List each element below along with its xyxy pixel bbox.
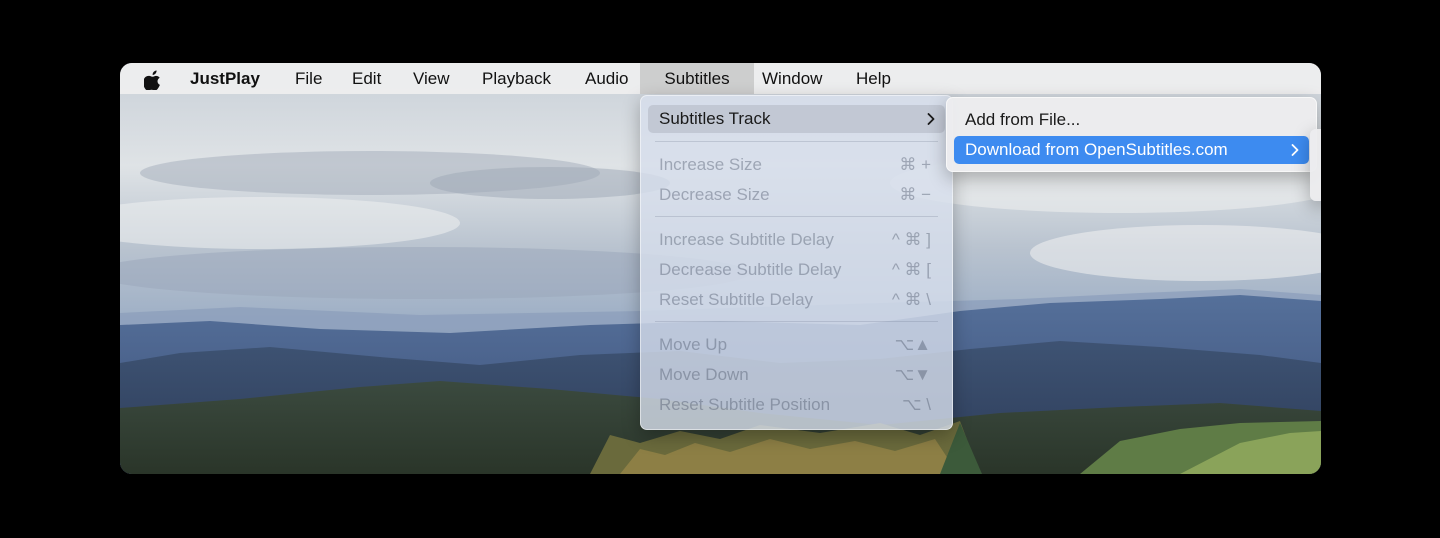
menu-item-label: Increase Subtitle Delay <box>659 230 834 249</box>
menu-playback[interactable]: Playback <box>482 63 551 94</box>
menu-separator <box>655 321 938 322</box>
menu-item-shortcut: ⌥▼ <box>894 365 931 384</box>
menu-item-label: Subtitles Track <box>659 109 771 128</box>
menu-item-reset-delay[interactable]: Reset Subtitle Delay ^ ⌘ \ <box>648 286 945 314</box>
menu-subtitles[interactable]: Subtitles <box>640 63 754 94</box>
menu-app-name[interactable]: JustPlay <box>190 63 260 94</box>
menu-item-label: Decrease Subtitle Delay <box>659 260 842 279</box>
menu-item-shortcut: ⌥▲ <box>894 335 931 354</box>
menu-item-label: Reset Subtitle Position <box>659 395 831 414</box>
menu-item-move-up[interactable]: Move Up ⌥▲ <box>648 331 945 359</box>
chevron-right-icon <box>927 113 935 125</box>
menu-item-shortcut: ⌘ − <box>899 185 931 204</box>
menu-item-move-down[interactable]: Move Down ⌥▼ <box>648 361 945 389</box>
menu-item-label: Decrease Size <box>659 185 770 204</box>
menu-audio[interactable]: Audio <box>585 63 628 94</box>
apple-logo-icon[interactable] <box>144 70 162 90</box>
menu-item-decrease-size[interactable]: Decrease Size ⌘ − <box>648 181 945 209</box>
chevron-right-icon <box>1291 144 1299 156</box>
desktop-screen: JustPlay File Edit View Playback Audio S… <box>120 63 1321 474</box>
menu-window[interactable]: Window <box>762 63 822 94</box>
menu-item-label: Download from OpenSubtitles.com <box>965 140 1228 159</box>
menu-separator <box>655 216 938 217</box>
menu-item-shortcut: ^ ⌘ ] <box>891 230 931 249</box>
menu-item-subtitles-track[interactable]: Subtitles Track <box>648 105 945 133</box>
menu-edit[interactable]: Edit <box>352 63 381 94</box>
menu-file[interactable]: File <box>295 63 322 94</box>
menu-item-label: Increase Size <box>659 155 762 174</box>
menu-item-shortcut: ⌘ + <box>899 155 931 174</box>
subtitles-menu: Subtitles Track Increase Size ⌘ + Decrea… <box>640 95 953 430</box>
menu-item-shortcut: ⌥ \ <box>901 395 931 414</box>
menu-item-reset-position[interactable]: Reset Subtitle Position ⌥ \ <box>648 391 945 419</box>
menu-item-download-opensubtitles[interactable]: Download from OpenSubtitles.com <box>954 136 1309 164</box>
subtitles-track-submenu: Add from File... Download from OpenSubti… <box>946 97 1317 172</box>
menu-item-add-from-file[interactable]: Add from File... <box>954 106 1309 134</box>
menu-item-increase-delay[interactable]: Increase Subtitle Delay ^ ⌘ ] <box>648 226 945 254</box>
menu-bar: JustPlay File Edit View Playback Audio S… <box>120 63 1321 94</box>
menu-separator <box>655 141 938 142</box>
menu-item-shortcut: ^ ⌘ \ <box>891 290 931 309</box>
menu-item-decrease-delay[interactable]: Decrease Subtitle Delay ^ ⌘ [ <box>648 256 945 284</box>
menu-view[interactable]: View <box>413 63 450 94</box>
opensubtitles-submenu-edge <box>1310 129 1321 201</box>
menu-item-label: Add from File... <box>965 110 1081 129</box>
menu-item-increase-size[interactable]: Increase Size ⌘ + <box>648 151 945 179</box>
menu-item-label: Reset Subtitle Delay <box>659 290 814 309</box>
menu-help[interactable]: Help <box>856 63 891 94</box>
menu-item-shortcut: ^ ⌘ [ <box>891 260 931 279</box>
menu-item-label: Move Up <box>659 335 728 354</box>
menu-item-label: Move Down <box>659 365 749 384</box>
